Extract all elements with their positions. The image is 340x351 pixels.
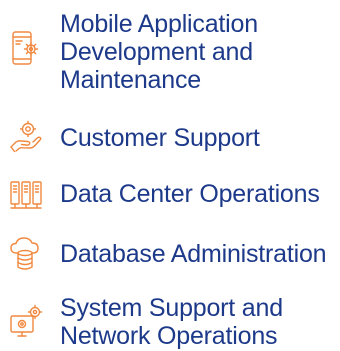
service-label: System Support and Network Operations	[60, 294, 283, 350]
service-label: Database Administration	[60, 240, 327, 268]
service-label: Data Center Operations	[60, 180, 320, 208]
monitor-gear-icon	[8, 304, 44, 340]
service-label-line: Customer Support	[60, 124, 260, 152]
services-list: Mobile Application Development and Maint…	[0, 0, 340, 351]
service-system-network-support: System Support and Network Operations	[0, 294, 340, 350]
service-data-center-operations: Data Center Operations	[0, 176, 340, 216]
server-racks-icon	[8, 178, 44, 214]
service-label: Customer Support	[60, 124, 260, 152]
service-label-line: Database Administration	[60, 240, 327, 268]
service-label-line: Network Operations	[60, 322, 278, 350]
service-mobile-app-development: Mobile Application Development and Maint…	[0, 8, 340, 94]
service-customer-support: Customer Support	[0, 118, 340, 158]
service-label-line: Maintenance	[60, 66, 201, 94]
service-label-line: Development and	[60, 38, 253, 66]
service-label-line: Data Center Operations	[60, 180, 320, 208]
hand-gear-icon	[8, 120, 44, 156]
service-label: Mobile Application Development and Maint…	[60, 10, 258, 94]
service-label-line: Mobile Application	[60, 10, 258, 38]
service-database-administration: Database Administration	[0, 234, 340, 274]
cloud-database-icon	[8, 236, 44, 272]
service-label-line: System Support and	[60, 294, 283, 322]
mobile-gear-icon	[8, 30, 44, 66]
